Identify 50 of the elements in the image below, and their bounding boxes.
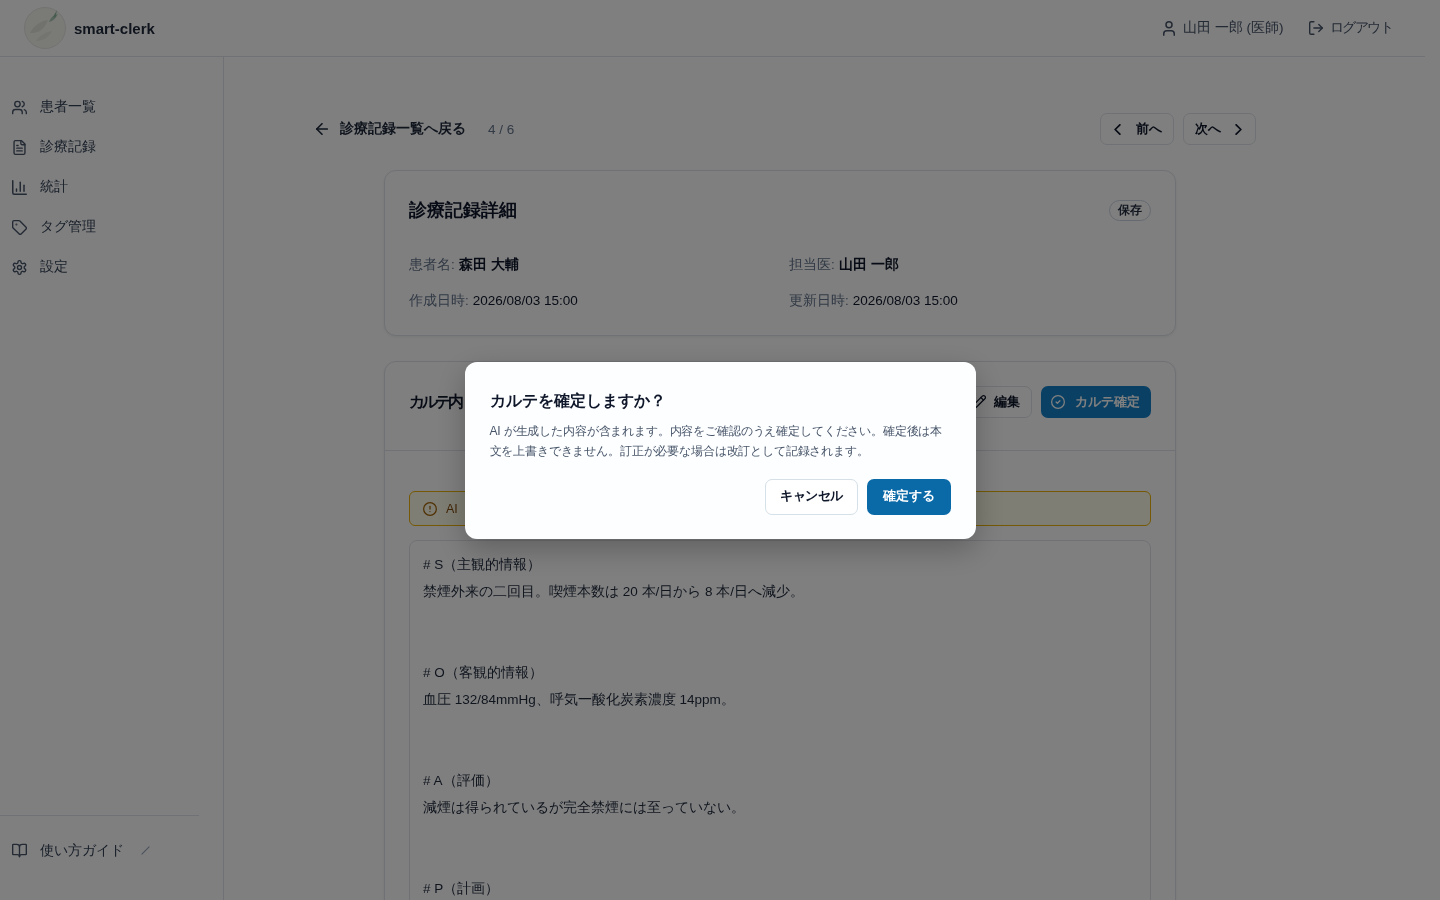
bar-chart-icon	[12, 179, 27, 195]
chevron-left-icon	[1114, 123, 1121, 135]
app-name: smart-clerk	[74, 19, 155, 37]
document-icon	[12, 139, 27, 155]
logout-icon	[1308, 21, 1323, 35]
card-title: 診療記録詳細	[409, 199, 517, 222]
notice-text: AI	[446, 501, 458, 516]
field-label: 作成日時:	[409, 292, 469, 310]
dialog-title: カルテを確定しますか？	[489, 390, 667, 411]
sidebar-item[interactable]: 患者一覧	[0, 87, 199, 127]
section-heading: # S（主観的情報）	[423, 556, 543, 574]
field-label: 患者名:	[409, 256, 455, 274]
field-value: 森田 大輔	[458, 256, 519, 274]
book-icon	[12, 843, 27, 858]
sidebar-item[interactable]: 統計	[0, 167, 199, 207]
sidebar-item[interactable]: 診療記録	[0, 127, 199, 167]
logo-icon	[24, 7, 66, 49]
settings-icon	[12, 259, 27, 275]
section-heading: # P（計画）	[423, 880, 501, 898]
page-counter: 4 / 6	[488, 121, 515, 137]
alert-icon	[423, 501, 437, 516]
previous-button[interactable]: 前へ	[1100, 113, 1174, 145]
check-circle-icon	[1051, 395, 1065, 409]
tag-icon	[12, 219, 27, 235]
field-label: 更新日時:	[789, 292, 849, 310]
user-icon	[1163, 20, 1175, 36]
logout-button[interactable]: ログアウト	[1308, 19, 1392, 37]
users-icon	[12, 99, 27, 115]
sidebar-item[interactable]: タグ管理	[0, 207, 199, 247]
diagonal-stroke-icon	[141, 846, 150, 855]
cancel-button[interactable]: キャンセル	[765, 478, 858, 515]
back-link[interactable]: 診療記録一覧へ戻る	[316, 120, 466, 138]
next-button[interactable]: 次へ	[1183, 113, 1256, 145]
dialog-message: AI が生成した内容が含まれます。内容をご確認のうえ確定してください。確定後は本文を上書きできません。訂正が必要な場合は改訂として記録されます。	[489, 422, 944, 460]
section-heading: # A（評価）	[423, 772, 500, 790]
card-title: カルテ内	[409, 391, 461, 412]
section-text: 減煙は得られているが完全禁煙には至っていない。	[423, 799, 746, 817]
confirm-chart-button[interactable]: カルテ確定	[1041, 386, 1151, 418]
guide-link[interactable]: 使い方ガイド	[12, 839, 150, 862]
sidebar-item[interactable]: 設定	[0, 247, 199, 287]
section-text: 血圧 132/84mmHg、呼気一酸化炭素濃度 14ppm。	[423, 691, 736, 709]
user-name: 山田 一郎 (医師)	[1183, 19, 1284, 37]
field-value: 2026/08/03 15:00	[852, 292, 958, 310]
section-heading: # O（客観的情報）	[423, 664, 544, 682]
field-value: 山田 一郎	[838, 256, 899, 274]
section-text: 禁煙外来の二回目。喫煙本数は 20 本/日から 8 本/日へ減少。	[423, 583, 806, 601]
chevron-right-icon	[1235, 123, 1242, 135]
confirm-button[interactable]: 確定する	[866, 478, 951, 515]
field-value: 2026/08/03 15:00	[472, 292, 578, 310]
field-label: 担当医:	[789, 256, 835, 274]
